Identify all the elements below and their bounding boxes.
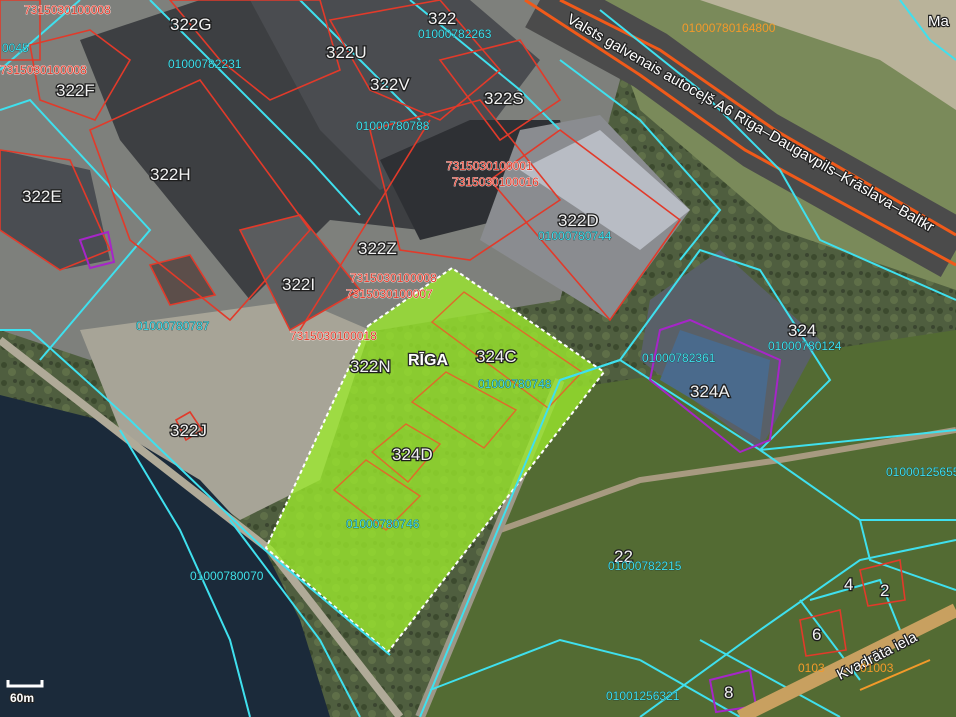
parcel-label: 01000780124 (768, 339, 842, 353)
cadastral-label: 7315030100001 (446, 159, 533, 173)
city-label: RĪGA (408, 350, 448, 369)
building-label: 324D (392, 445, 433, 464)
parcel-label: 01000782215 (608, 559, 682, 573)
building-label: 324C (476, 347, 517, 366)
cadastral-label: 7315030100008 (0, 63, 87, 77)
parcel-label: 01000782361 (642, 351, 716, 365)
corner-label: Ma (928, 13, 949, 30)
building-label: 322G (170, 15, 212, 34)
building-label: 322J (170, 421, 207, 440)
parcel-label: 01000780746 (346, 517, 420, 531)
building-label: 322E (22, 187, 62, 206)
building-label: 322U (326, 43, 367, 62)
cadastral-label: 7315030100008 (350, 271, 437, 285)
cadastral-label: 7315030100016 (452, 175, 539, 189)
cadastral-label: 7315030100018 (290, 329, 377, 343)
parcel-label: 01000780787 (136, 319, 210, 333)
cadastral-label: 7315030100008 (24, 3, 111, 17)
building-label: 2 (880, 581, 889, 600)
building-label: 322 (428, 9, 456, 28)
scale-label: 60m (10, 691, 34, 705)
building-label: 322N (350, 357, 391, 376)
parcel-label: 01000780744 (538, 229, 612, 243)
building-label: 8 (724, 683, 733, 702)
parcel-label: 01001256321 (606, 689, 680, 703)
parcel-label: 0045 (2, 41, 29, 55)
building-label: 322D (558, 211, 599, 230)
parcel-label: 01000782263 (418, 27, 492, 41)
cadastral-label: 7315030100007 (346, 287, 433, 301)
building-label: 322I (282, 275, 315, 294)
building-label: 322Z (358, 239, 397, 258)
building-label: 322S (484, 89, 524, 108)
orange-parcel-label: 01003 (860, 661, 894, 675)
building-label: 324A (690, 382, 730, 401)
parcel-label: 01000780788 (356, 119, 430, 133)
building-label: 4 (844, 575, 853, 594)
parcel-label: 01000780748 (478, 377, 552, 391)
parcel-label: 01000782231 (168, 57, 242, 71)
building-label: 322F (56, 81, 95, 100)
building-label: 322H (150, 165, 191, 184)
orange-parcel-label: 01000780164800 (682, 21, 776, 35)
parcel-label: 01000780070 (190, 569, 264, 583)
map-canvas[interactable]: Valsts galvenais autoceļš A6 Rīga–Daugav… (0, 0, 956, 717)
map-viewport[interactable]: Valsts galvenais autoceļš A6 Rīga–Daugav… (0, 0, 956, 717)
orange-parcel-label: 0103 (798, 661, 825, 675)
building-label: 322V (370, 75, 410, 94)
building-label: 324 (788, 321, 816, 340)
parcel-label: 01000125655 (886, 465, 956, 479)
building-label: 6 (812, 625, 821, 644)
